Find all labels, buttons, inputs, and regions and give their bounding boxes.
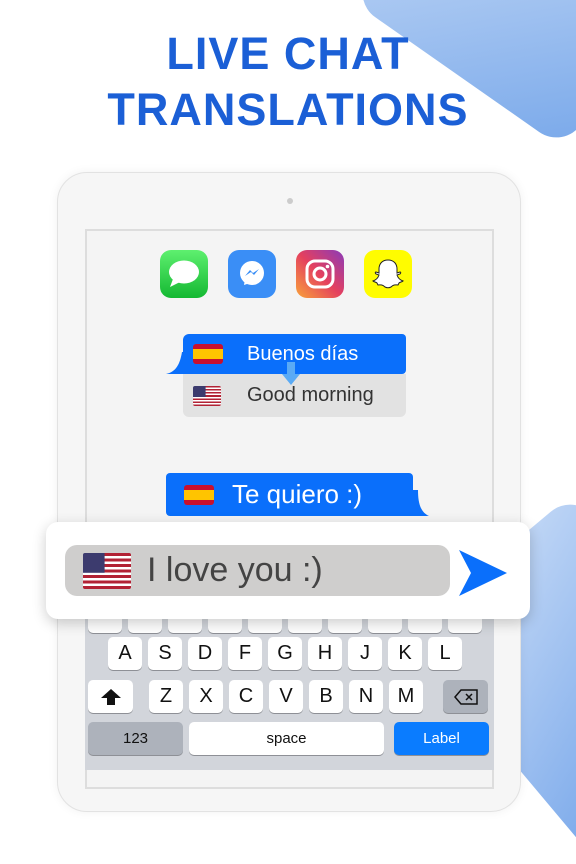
key-k[interactable]: K: [388, 637, 422, 670]
key-g[interactable]: G: [268, 637, 302, 670]
spain-flag-icon: [184, 484, 214, 505]
input-text: I love you :): [147, 551, 323, 589]
snapchat-icon[interactable]: [364, 250, 412, 298]
key-l[interactable]: L: [428, 637, 462, 670]
arrow-down-icon: [282, 362, 300, 385]
spain-flag-icon: [193, 344, 223, 364]
headline-line2: TRANSLATIONS: [107, 84, 469, 135]
key-c[interactable]: C: [229, 680, 263, 713]
key-z[interactable]: Z: [149, 680, 183, 713]
key-d[interactable]: D: [188, 637, 222, 670]
sent-text: Te quiero :): [232, 479, 363, 509]
translated-text: Good morning: [247, 384, 374, 406]
key-m[interactable]: M: [389, 680, 423, 713]
backspace-icon: [453, 688, 478, 705]
instagram-icon[interactable]: [296, 250, 344, 298]
key-b[interactable]: B: [309, 680, 343, 713]
translate-input-card: I love you :): [46, 522, 530, 619]
keyboard: A S D F G H J K L Z X C V B N M 123 space Label: [85, 600, 494, 770]
shift-icon: [100, 688, 121, 705]
space-key[interactable]: space: [189, 722, 384, 755]
numbers-key[interactable]: 123: [88, 722, 183, 755]
original-text: Buenos días: [247, 342, 359, 365]
key-f[interactable]: F: [228, 637, 262, 670]
us-flag-icon: [193, 385, 221, 406]
key-a[interactable]: A: [108, 637, 142, 670]
messages-icon[interactable]: [160, 250, 208, 298]
shift-key[interactable]: [88, 680, 133, 713]
headline: LIVE CHAT TRANSLATIONS: [0, 26, 576, 138]
backspace-key[interactable]: [443, 680, 488, 713]
key-n[interactable]: N: [349, 680, 383, 713]
key-j[interactable]: J: [348, 637, 382, 670]
headline-line1: LIVE CHAT: [166, 28, 410, 79]
key-h[interactable]: H: [308, 637, 342, 670]
message-input[interactable]: I love you :): [65, 545, 450, 596]
us-flag-icon: [83, 552, 131, 589]
key-v[interactable]: V: [269, 680, 303, 713]
key-s[interactable]: S: [148, 637, 182, 670]
action-key[interactable]: Label: [394, 722, 489, 755]
key-x[interactable]: X: [189, 680, 223, 713]
send-icon[interactable]: [457, 550, 509, 596]
messenger-icon[interactable]: [228, 250, 276, 298]
camera: [287, 198, 293, 204]
